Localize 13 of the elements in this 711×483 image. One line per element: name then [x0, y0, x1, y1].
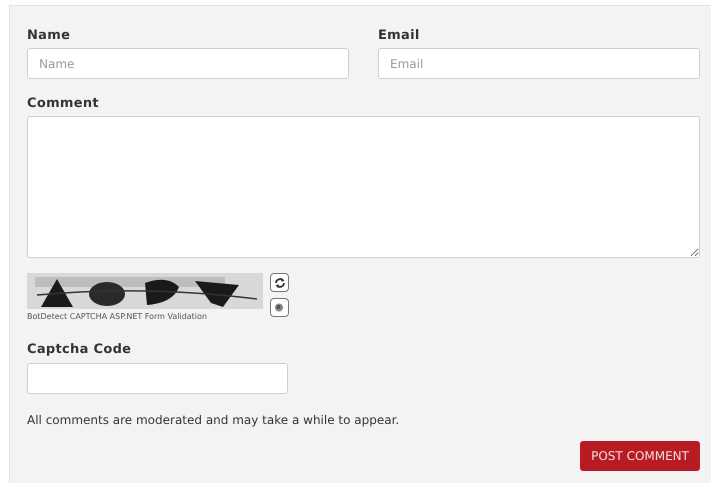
field-label: Email — [378, 27, 421, 45]
text-field[interactable]: Email — [378, 48, 700, 79]
comment-field[interactable] — [27, 116, 700, 258]
field-label: Name — [27, 27, 72, 45]
captcha-caption: BotDetect CAPTCHA ASP.NET Form Validation — [27, 311, 208, 323]
speaker-icon[interactable] — [270, 298, 289, 317]
post-comment-button[interactable]: POST COMMENT — [580, 441, 700, 471]
field-label: Comment — [27, 95, 99, 113]
field-label: Captcha Code — [27, 341, 132, 359]
captcha-field[interactable] — [27, 363, 288, 394]
moderation-note: All comments are moderated and may take a while to appear. — [27, 412, 400, 429]
text-field[interactable]: Name — [27, 48, 349, 79]
reload-icon[interactable] — [270, 273, 289, 292]
